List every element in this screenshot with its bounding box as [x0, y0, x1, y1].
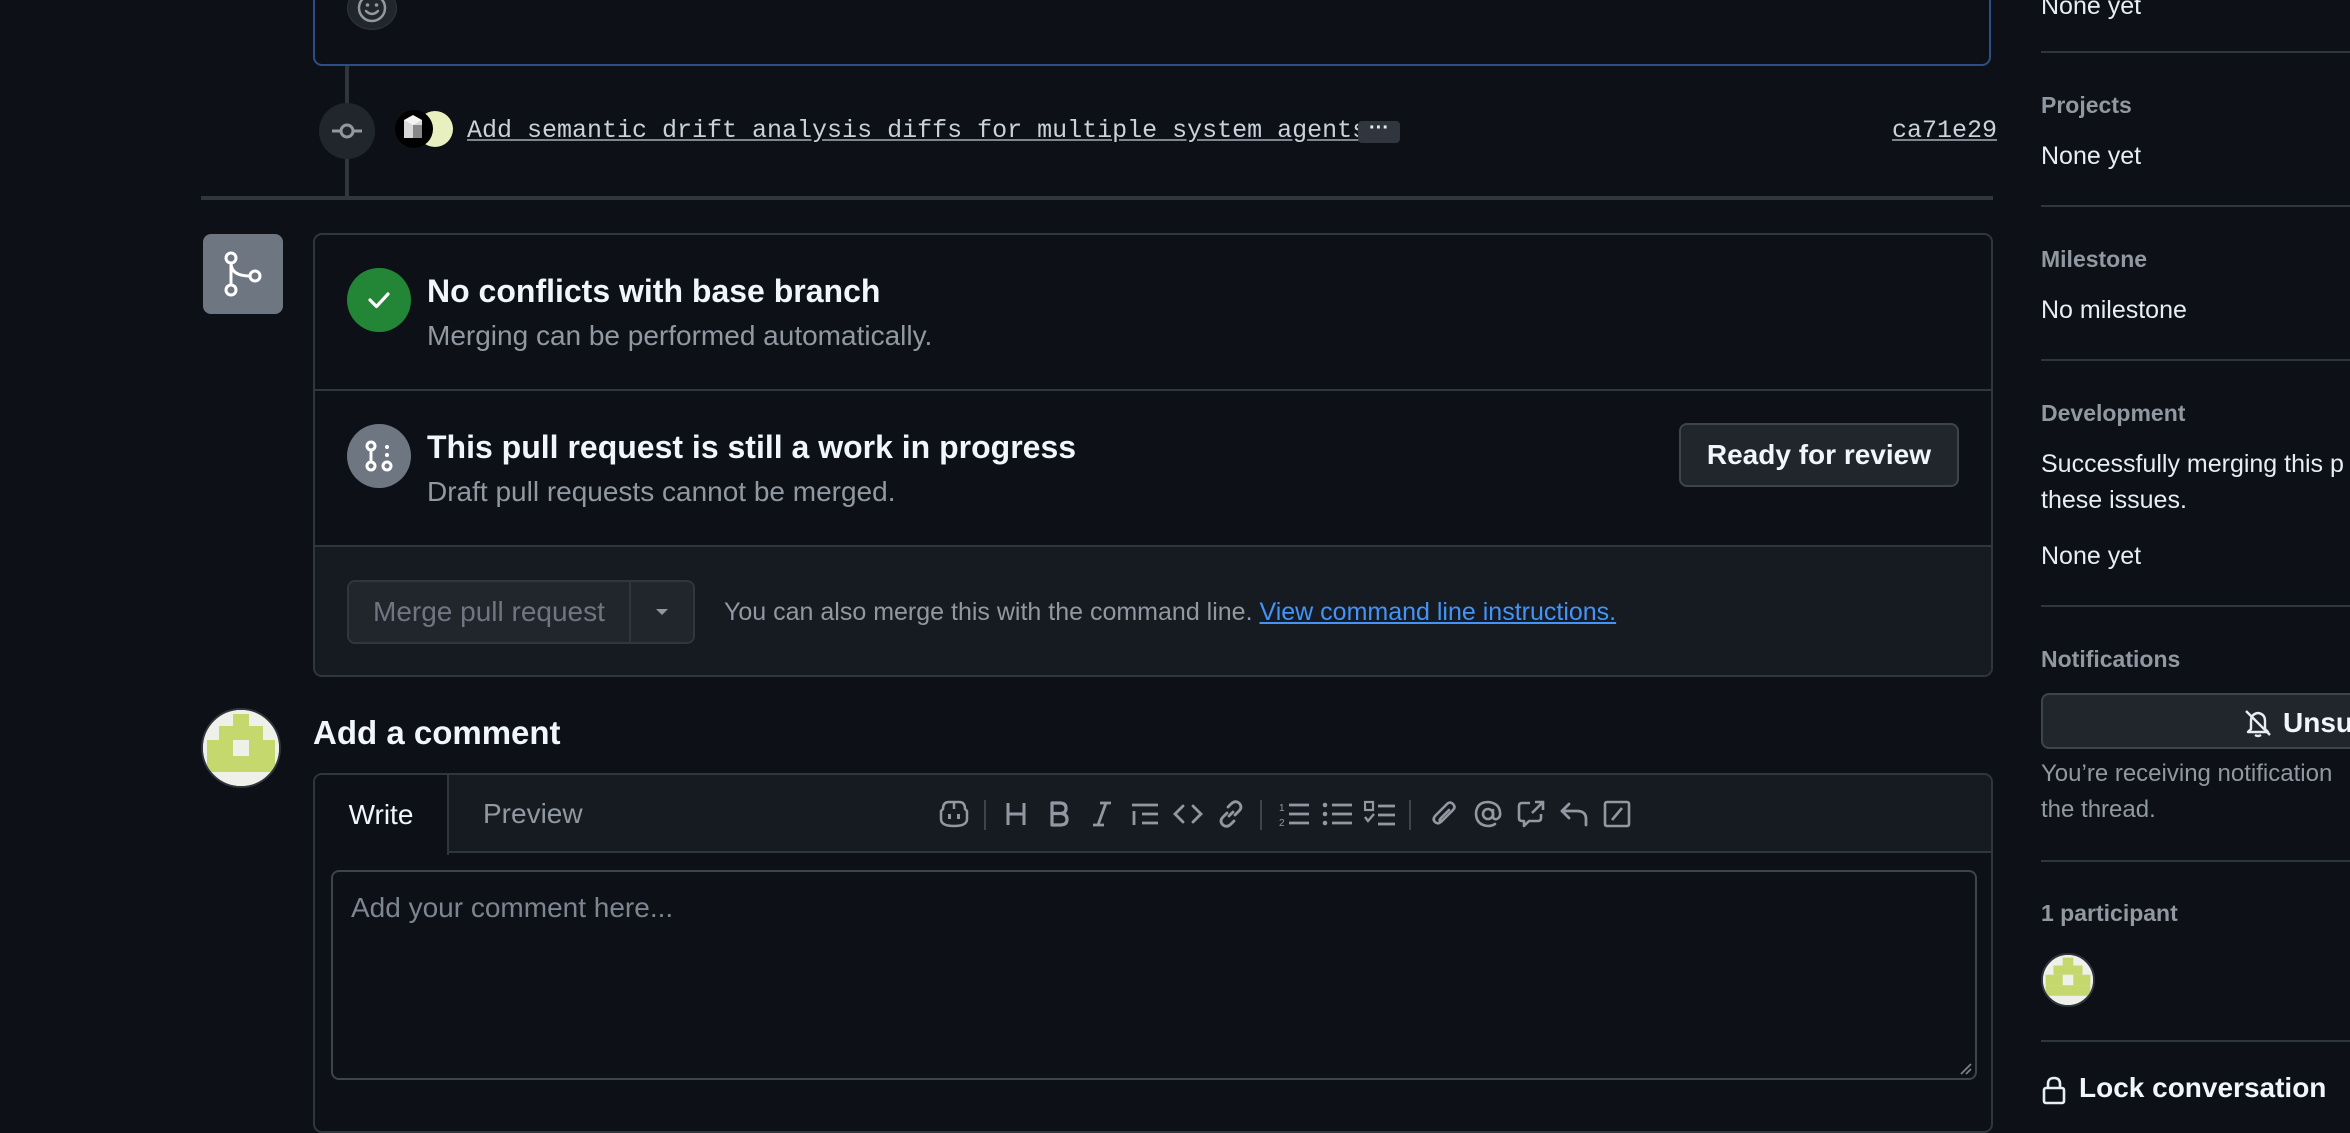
- reply-icon[interactable]: [1555, 795, 1593, 833]
- svg-text:2: 2: [1279, 818, 1285, 828]
- toolbar-separator: [1260, 800, 1262, 830]
- lock-conversation-label: Lock conversation: [2079, 1072, 2327, 1103]
- conflicts-title: No conflicts with base branch: [427, 273, 881, 309]
- lock-icon: [2041, 1075, 2067, 1105]
- merge-pull-request-button[interactable]: Merge pull request: [349, 582, 629, 642]
- sidebar-divider: [2041, 860, 2350, 862]
- draft-subtitle: Draft pull requests cannot be merged.: [427, 476, 896, 507]
- comment-box: Write Preview 12 Add your comment here..…: [313, 773, 1993, 1133]
- merge-conflicts-section: No conflicts with base branch Merging ca…: [315, 235, 1991, 391]
- triangle-down-icon: [654, 607, 670, 617]
- sidebar-notifications-label: Notifications: [2041, 646, 2181, 672]
- bold-icon[interactable]: [1040, 795, 1078, 833]
- timeline-line: [345, 66, 349, 103]
- ordered-list-icon[interactable]: 12: [1275, 795, 1313, 833]
- code-icon[interactable]: [1169, 795, 1207, 833]
- commit-author-avatars[interactable]: [393, 108, 455, 150]
- sidebar-projects-label[interactable]: Projects: [2041, 92, 2132, 119]
- command-line-instructions-link[interactable]: View command line instructions.: [1259, 598, 1616, 626]
- mention-icon[interactable]: [1469, 795, 1507, 833]
- conflicts-subtitle: Merging can be performed automatically.: [427, 320, 933, 351]
- slash-commands-icon[interactable]: [1598, 795, 1636, 833]
- comment-toolbar: Write Preview 12: [315, 775, 1991, 855]
- comment-textarea[interactable]: Add your comment here...: [331, 870, 1977, 1080]
- bell-slash-icon: [2243, 708, 2273, 738]
- sidebar-top-value: None yet: [2041, 0, 2142, 20]
- unordered-list-icon[interactable]: [1318, 795, 1356, 833]
- sidebar-participants-label: 1 participant: [2041, 900, 2178, 926]
- commit-badge: [319, 103, 375, 159]
- unsubscribe-label: Unsub: [2283, 707, 2350, 738]
- merge-note-text: You can also merge this with the command…: [724, 598, 1253, 626]
- draft-title: This pull request is still a work in pro…: [427, 429, 1077, 465]
- toolbar-separator: [984, 800, 986, 830]
- sidebar-divider: [2041, 51, 2350, 53]
- merge-command-line-note: You can also merge this with the command…: [724, 598, 1616, 627]
- comment-placeholder: Add your comment here...: [351, 892, 674, 923]
- sidebar-development-value: None yet: [2041, 542, 2142, 570]
- smiley-icon: [356, 0, 388, 24]
- participant-avatar[interactable]: [2041, 953, 2095, 1007]
- draft-status-section: This pull request is still a work in pro…: [315, 391, 1991, 547]
- quote-icon[interactable]: [1126, 795, 1164, 833]
- timeline-divider: [201, 196, 1993, 200]
- merge-action-section: Merge pull request You can also merge th…: [315, 547, 1991, 675]
- tab-write[interactable]: Write: [315, 775, 449, 855]
- sidebar-divider: [2041, 605, 2350, 607]
- git-merge-icon: [221, 250, 265, 298]
- ready-for-review-button[interactable]: Ready for review: [1678, 423, 1959, 487]
- merge-box: No conflicts with base branch Merging ca…: [313, 233, 1993, 677]
- copilot-icon[interactable]: [935, 795, 973, 833]
- git-commit-icon: [331, 115, 363, 147]
- paperclip-icon[interactable]: [1426, 795, 1464, 833]
- notifications-reason-line2: the thread.: [2041, 796, 2156, 823]
- italic-icon[interactable]: [1083, 795, 1121, 833]
- notifications-reason-line1: You’re receiving notification: [2041, 760, 2333, 787]
- resize-handle-icon[interactable]: [1957, 1060, 1973, 1076]
- commit-message-link[interactable]: Add semantic drift analysis diffs for mu…: [467, 116, 1367, 145]
- tab-preview[interactable]: Preview: [483, 775, 583, 853]
- git-pull-request-draft-icon: [347, 424, 411, 488]
- commit-sha-link[interactable]: ca71e29: [1892, 116, 1997, 145]
- svg-text:1: 1: [1279, 803, 1285, 814]
- sidebar-divider: [2041, 205, 2350, 207]
- merge-method-dropdown[interactable]: [628, 582, 693, 642]
- sidebar-divider: [2041, 1040, 2350, 1042]
- sidebar-divider: [2041, 359, 2350, 361]
- lock-conversation-button[interactable]: Lock conversation: [2041, 1072, 2326, 1105]
- task-list-icon[interactable]: [1361, 795, 1399, 833]
- sidebar-development-line2: these issues.: [2041, 486, 2187, 514]
- sidebar-development-label[interactable]: Development: [2041, 400, 2185, 427]
- avatar[interactable]: [201, 708, 281, 788]
- sidebar-projects-value: None yet: [2041, 142, 2142, 170]
- sidebar-development-line1: Successfully merging this p: [2041, 450, 2344, 478]
- unsubscribe-button[interactable]: Unsub: [2041, 693, 2350, 749]
- add-comment-heading: Add a comment: [313, 714, 561, 751]
- merge-status-badge: [203, 234, 283, 314]
- sidebar-milestone-label[interactable]: Milestone: [2041, 246, 2147, 273]
- heading-icon[interactable]: [997, 795, 1035, 833]
- sidebar-milestone-value: No milestone: [2041, 296, 2187, 324]
- link-icon[interactable]: [1212, 795, 1250, 833]
- check-circle-icon: [347, 268, 411, 332]
- toolbar-separator: [1409, 800, 1411, 830]
- commit-expand-button[interactable]: ···: [1358, 118, 1400, 143]
- cross-reference-icon[interactable]: [1512, 795, 1550, 833]
- merge-button-group: Merge pull request: [347, 580, 695, 644]
- timeline-line: [345, 159, 349, 196]
- comment-editor-box: [313, 0, 1991, 66]
